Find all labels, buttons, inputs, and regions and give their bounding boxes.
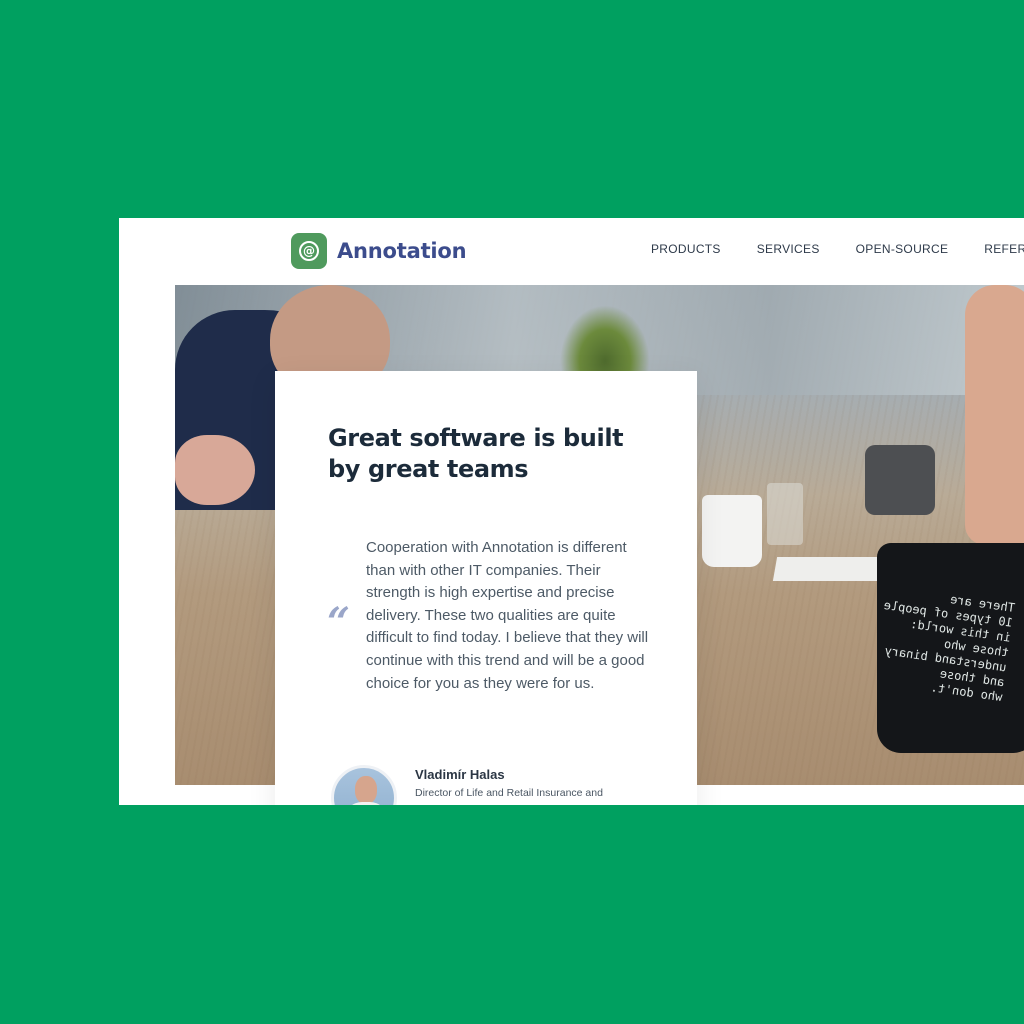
avatar <box>331 765 397 805</box>
testimonial-title: Great software is built by great teams <box>328 424 624 483</box>
page-background: @ Annotation PRODUCTS SERVICES OPEN-SOUR… <box>0 0 1024 1024</box>
photo-chair <box>865 445 935 515</box>
nav-item-services[interactable]: SERVICES <box>757 242 820 256</box>
photo-white-cup <box>702 495 762 567</box>
photo-paper <box>772 557 888 581</box>
nav-item-open-source[interactable]: OPEN-SOURCE <box>856 242 949 256</box>
author-name: Vladimír Halas <box>415 767 505 782</box>
brand-mark-glyph: @ <box>299 241 319 261</box>
testimonial-card: Great software is built by great teams “… <box>275 371 697 805</box>
brand-name: Annotation <box>337 239 467 263</box>
nav-item-products[interactable]: PRODUCTS <box>651 242 721 256</box>
testimonial-author: Vladimír Halas Director of Life and Reta… <box>331 765 625 805</box>
photo-mug: There are 10 types of people in this wor… <box>877 543 1024 753</box>
photo-person-hand <box>175 435 255 505</box>
quote-mark-icon: “ <box>327 599 351 646</box>
photo-glass <box>767 483 803 545</box>
nav-item-references[interactable]: REFERENC <box>984 242 1024 256</box>
mug-print-text: There are 10 types of people in this wor… <box>882 592 1016 705</box>
author-role: Director of Life and Retail Insurance an… <box>415 787 603 799</box>
site-header: @ Annotation PRODUCTS SERVICES OPEN-SOUR… <box>119 218 1024 285</box>
author-info: Vladimír Halas Director of Life and Reta… <box>415 765 625 805</box>
at-sign-icon: @ <box>291 233 327 269</box>
main-nav: PRODUCTS SERVICES OPEN-SOURCE REFERENC <box>651 242 1024 256</box>
avatar-face <box>355 776 377 804</box>
photo-plant <box>560 305 650 375</box>
brand-logo-link[interactable]: @ Annotation <box>291 233 467 269</box>
avatar-shirt <box>344 802 388 805</box>
photo-arm <box>965 285 1024 545</box>
testimonial-quote: Cooperation with Annotation is different… <box>366 539 649 692</box>
browser-viewport: @ Annotation PRODUCTS SERVICES OPEN-SOUR… <box>119 218 1024 805</box>
